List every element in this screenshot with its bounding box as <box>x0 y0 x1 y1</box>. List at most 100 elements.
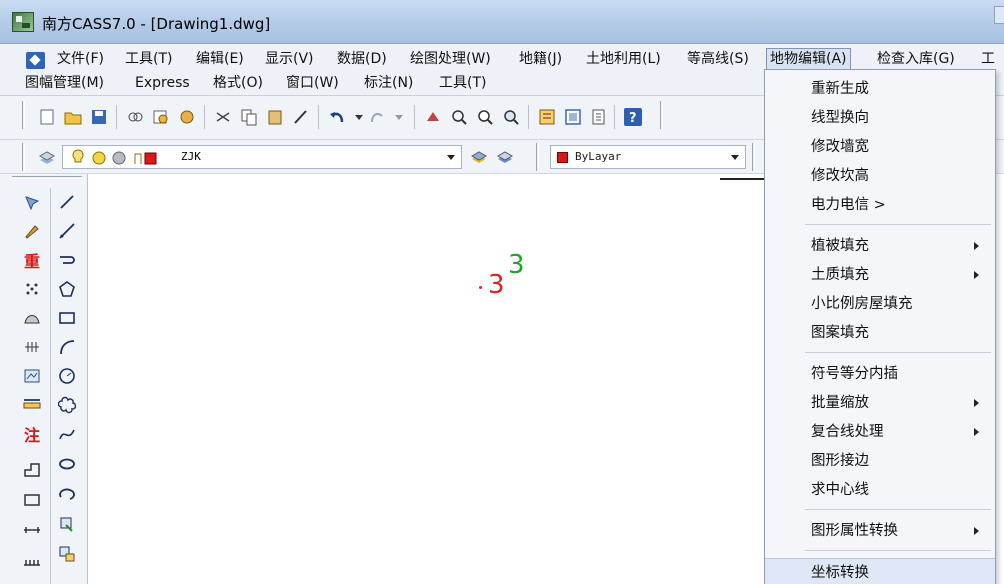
menu-cadastre[interactable]: 地籍(J) <box>516 48 565 70</box>
point-label-red[interactable]: 3 <box>488 270 505 300</box>
layer-manager-icon[interactable] <box>36 146 58 168</box>
paste-icon[interactable] <box>264 106 286 128</box>
layer-plot-icon[interactable] <box>133 150 159 170</box>
menu-edit[interactable]: 编辑(E) <box>193 48 247 70</box>
document-icon[interactable] <box>26 52 45 69</box>
zoom-previous-icon[interactable] <box>500 106 522 128</box>
cass-house-symbol[interactable]: 重 <box>20 248 44 272</box>
menu-item-reverse-linetype[interactable]: 线型换向 <box>765 104 995 132</box>
pan-realtime-icon[interactable] <box>422 106 444 128</box>
polyline-tool-icon[interactable] <box>55 248 79 272</box>
undo-icon[interactable] <box>326 106 348 128</box>
menu-item-coordinate-convert[interactable]: 坐标转换 <box>765 558 995 584</box>
cass-map-icon[interactable] <box>20 364 44 388</box>
menu-item-slope-height[interactable]: 修改坎高 <box>765 162 995 190</box>
layer-combo[interactable]: ZJK <box>62 145 462 169</box>
color-dropdown-arrow[interactable] <box>727 148 743 166</box>
redo-icon[interactable] <box>366 106 388 128</box>
open-folder-icon[interactable] <box>62 106 84 128</box>
construction-line-icon[interactable] <box>55 219 79 243</box>
menu-item-polyline-process[interactable]: 复合线处理 <box>765 418 995 446</box>
cass-annotation-symbol[interactable]: 注 <box>20 422 44 446</box>
copy-icon[interactable] <box>238 106 260 128</box>
tool-palettes-icon[interactable] <box>588 106 610 128</box>
menu-dimension[interactable]: 标注(N) <box>361 72 416 94</box>
arc-tool-icon[interactable] <box>55 335 79 359</box>
cass-scale-icon[interactable] <box>20 393 44 417</box>
match-properties-icon[interactable] <box>290 106 312 128</box>
window-controls[interactable] <box>994 6 1004 24</box>
layer-dropdown-arrow[interactable] <box>443 148 459 166</box>
menu-item-center-line[interactable]: 求中心线 <box>765 476 995 504</box>
layer-lock-icon[interactable] <box>111 150 127 170</box>
line-tool-icon[interactable] <box>55 190 79 214</box>
ellipse-tool-icon[interactable] <box>55 452 79 476</box>
menu-item-vegetation-fill[interactable]: 植被填充 <box>765 232 995 260</box>
cass-comb-icon[interactable] <box>20 548 44 572</box>
menu-item-pattern-fill[interactable]: 图案填充 <box>765 319 995 347</box>
make-block-icon[interactable] <box>55 542 79 566</box>
circle-tool-icon[interactable] <box>55 364 79 388</box>
redo-dropdown-icon[interactable] <box>388 106 410 128</box>
rectangle-tool-icon[interactable] <box>55 306 79 330</box>
layer-thaw-icon[interactable] <box>91 150 107 170</box>
spline-tool-icon[interactable] <box>55 422 79 446</box>
menu-file[interactable]: 文件(F) <box>54 48 107 70</box>
cass-rectangle-icon[interactable] <box>20 488 44 512</box>
revision-cloud-icon[interactable] <box>55 393 79 417</box>
menu-window[interactable]: 窗口(W) <box>283 72 342 94</box>
menu-express[interactable]: Express <box>132 72 193 94</box>
menu-sheet-mgmt[interactable]: 图幅管理(M) <box>22 72 107 94</box>
menu-landuse[interactable]: 土地利用(L) <box>583 48 664 70</box>
toolbar-grip[interactable] <box>22 101 25 129</box>
menu-overflow[interactable]: 工 <box>978 48 998 70</box>
cass-brush-icon[interactable] <box>20 219 44 243</box>
layer-previous-icon[interactable] <box>494 146 516 168</box>
menu-item-symbol-interpolate[interactable]: 符号等分内插 <box>765 360 995 388</box>
cass-dot-grid-icon[interactable] <box>20 277 44 301</box>
menu-feature-edit[interactable]: 地物编辑(A) <box>766 48 851 70</box>
menu-item-attribute-convert[interactable]: 图形属性转换 <box>765 517 995 545</box>
menu-item-batch-scale[interactable]: 批量缩放 <box>765 389 995 417</box>
color-combo[interactable]: ByLayar <box>550 145 746 169</box>
menu-data[interactable]: 数据(D) <box>334 48 390 70</box>
survey-point-marker[interactable] <box>479 286 482 289</box>
menu-check-db[interactable]: 检查入库(G) <box>874 48 958 70</box>
cass-feature-icon[interactable] <box>20 306 44 330</box>
menu-tools[interactable]: 工具(T) <box>122 48 175 70</box>
print-icon[interactable] <box>124 106 146 128</box>
polygon-tool-icon[interactable] <box>55 277 79 301</box>
make-current-layer-icon[interactable] <box>468 146 490 168</box>
cass-app-icon[interactable] <box>12 12 34 32</box>
layer-on-icon[interactable] <box>71 149 85 169</box>
menu-item-small-scale-house-fill[interactable]: 小比例房屋填充 <box>765 290 995 318</box>
menu-display[interactable]: 显示(V) <box>262 48 317 70</box>
menu-contour[interactable]: 等高线(S) <box>684 48 752 70</box>
point-label-green[interactable]: 3 <box>508 250 525 280</box>
zoom-realtime-icon[interactable] <box>448 106 470 128</box>
new-file-icon[interactable] <box>36 106 58 128</box>
ellipse-arc-icon[interactable] <box>55 482 79 506</box>
cass-step-icon[interactable] <box>20 458 44 482</box>
help-icon[interactable]: ? <box>622 106 644 128</box>
menu-item-power-telecom[interactable]: 电力电信 > <box>765 191 995 219</box>
cass-bar-icon[interactable] <box>20 518 44 542</box>
cut-icon[interactable] <box>212 106 234 128</box>
toolbar-grip[interactable] <box>22 143 25 171</box>
cass-fence-icon[interactable] <box>20 335 44 359</box>
menu-mapping[interactable]: 绘图处理(W) <box>407 48 494 70</box>
left-toolbar-grip[interactable] <box>12 176 82 179</box>
zoom-window-icon[interactable] <box>474 106 496 128</box>
properties-icon[interactable] <box>536 106 558 128</box>
menu-item-soil-fill[interactable]: 土质填充 <box>765 261 995 289</box>
menu-item-edge-match[interactable]: 图形接边 <box>765 447 995 475</box>
menu-format[interactable]: 格式(O) <box>210 72 266 94</box>
print-preview-icon[interactable] <box>150 106 172 128</box>
menu-item-regenerate[interactable]: 重新生成 <box>765 75 995 103</box>
save-icon[interactable] <box>88 106 110 128</box>
menu-tools-2[interactable]: 工具(T) <box>436 72 489 94</box>
menu-item-wall-width[interactable]: 修改墙宽 <box>765 133 995 161</box>
cass-point-icon[interactable] <box>20 190 44 214</box>
insert-block-icon[interactable] <box>55 512 79 536</box>
design-center-icon[interactable] <box>562 106 584 128</box>
